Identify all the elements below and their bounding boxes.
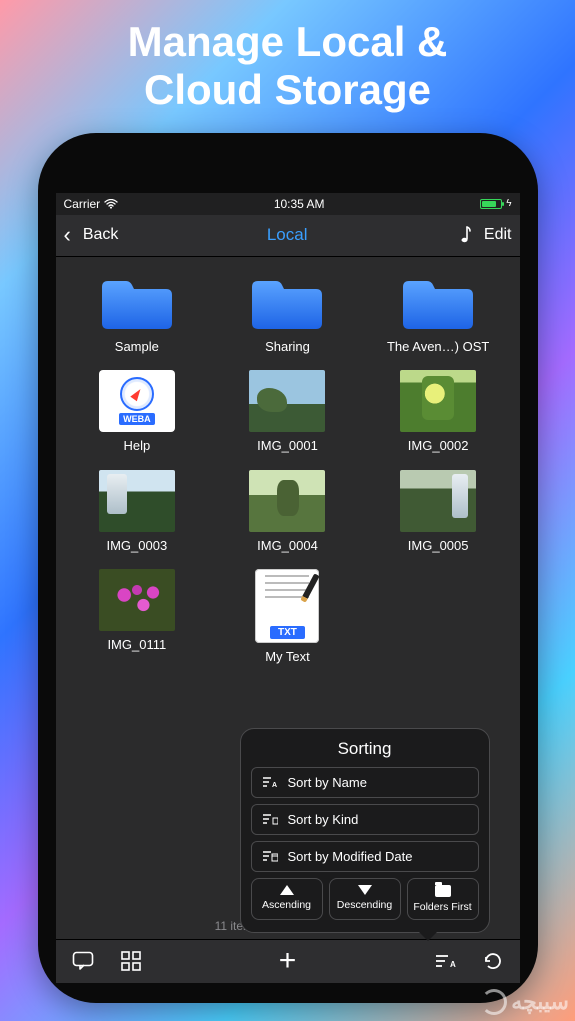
image-thumbnail xyxy=(400,470,476,532)
grid-item[interactable]: TXT My Text xyxy=(217,569,357,665)
image-thumbnail xyxy=(99,569,175,631)
grid-view-icon[interactable] xyxy=(118,948,144,974)
sort-by-kind[interactable]: Sort by Kind xyxy=(251,804,479,835)
clock: 10:35 AM xyxy=(274,197,325,211)
back-label: Back xyxy=(83,226,119,244)
grid-item[interactable]: The Aven…) OST xyxy=(368,273,508,355)
ascending-button[interactable]: Ascending xyxy=(251,878,323,920)
watermark-text: سیبچه xyxy=(511,989,569,1015)
item-label: IMG_0004 xyxy=(257,538,318,554)
ascending-label: Ascending xyxy=(262,899,311,911)
add-button[interactable]: + xyxy=(275,948,301,974)
folders-first-label: Folders First xyxy=(413,901,471,913)
promo-line2: Cloud Storage xyxy=(128,66,448,114)
sorting-popover: Sorting A Sort by Name Sort by Kind Sort… xyxy=(240,728,490,933)
item-label: The Aven…) OST xyxy=(387,339,489,355)
edit-button[interactable]: Edit xyxy=(484,226,512,244)
sort-kind-icon xyxy=(262,813,278,825)
grid-item[interactable]: IMG_0003 xyxy=(67,470,207,554)
image-thumbnail xyxy=(249,470,325,532)
grid-item[interactable]: Sharing xyxy=(217,273,357,355)
item-label: IMG_0001 xyxy=(257,438,318,454)
sort-date-label: Sort by Modified Date xyxy=(288,849,413,864)
sort-kind-label: Sort by Kind xyxy=(288,812,359,827)
wifi-icon xyxy=(104,199,118,209)
screen: Carrier 10:35 AM ϟ ‹ Back Local Edit xyxy=(56,193,520,983)
folder-icon xyxy=(399,273,477,333)
grid-item[interactable]: Sample xyxy=(67,273,207,355)
image-thumbnail xyxy=(249,370,325,432)
sort-by-date[interactable]: Sort by Modified Date xyxy=(251,841,479,872)
item-label: Sample xyxy=(115,339,159,355)
item-label: My Text xyxy=(265,649,310,665)
grid-item[interactable]: IMG_0005 xyxy=(368,470,508,554)
grid-item[interactable]: IMG_0002 xyxy=(368,370,508,454)
sort-icon[interactable]: A xyxy=(432,948,458,974)
refresh-icon[interactable] xyxy=(480,948,506,974)
back-button[interactable]: ‹ Back xyxy=(64,226,119,244)
folder-icon xyxy=(248,273,326,333)
descending-label: Descending xyxy=(337,899,392,911)
grid-item[interactable]: IMG_0111 xyxy=(67,569,207,665)
txt-file-icon: TXT xyxy=(255,569,319,643)
phone-frame: Carrier 10:35 AM ϟ ‹ Back Local Edit xyxy=(38,133,538,1003)
sort-name-label: Sort by Name xyxy=(288,775,367,790)
image-thumbnail xyxy=(400,370,476,432)
grid-item[interactable]: WEBA Help xyxy=(67,370,207,454)
item-label: IMG_0003 xyxy=(106,538,167,554)
triangle-up-icon xyxy=(280,885,294,895)
svg-text:A: A xyxy=(272,782,277,788)
nav-bar: ‹ Back Local Edit xyxy=(56,215,520,257)
promo-title: Manage Local & Cloud Storage xyxy=(128,18,448,115)
music-icon[interactable] xyxy=(456,225,472,245)
triangle-down-icon xyxy=(358,885,372,895)
carrier-label: Carrier xyxy=(64,197,101,211)
descending-button[interactable]: Descending xyxy=(329,878,401,920)
item-label: IMG_0002 xyxy=(408,438,469,454)
folders-first-button[interactable]: Folders First xyxy=(407,878,479,920)
folder-icon xyxy=(98,273,176,333)
grid-item[interactable]: IMG_0001 xyxy=(217,370,357,454)
nav-title[interactable]: Local xyxy=(267,225,308,245)
item-label: IMG_0111 xyxy=(107,637,166,653)
item-label: Sharing xyxy=(265,339,310,355)
sort-by-name[interactable]: A Sort by Name xyxy=(251,767,479,798)
comment-icon[interactable] xyxy=(70,948,96,974)
folder-icon xyxy=(435,885,451,897)
sorting-title: Sorting xyxy=(251,739,479,759)
status-bar: Carrier 10:35 AM ϟ xyxy=(56,193,520,215)
svg-text:A: A xyxy=(450,960,456,969)
bottom-toolbar: + A xyxy=(56,939,520,983)
item-label: IMG_0005 xyxy=(408,538,469,554)
sort-date-icon xyxy=(262,850,278,862)
grid-item[interactable]: IMG_0004 xyxy=(217,470,357,554)
webarchive-icon: WEBA xyxy=(99,370,175,432)
image-thumbnail xyxy=(99,470,175,532)
sort-name-icon: A xyxy=(262,776,278,788)
battery-icon xyxy=(480,199,502,209)
charging-icon: ϟ xyxy=(506,198,511,209)
item-label: Help xyxy=(123,438,150,454)
promo-line1: Manage Local & xyxy=(128,18,448,66)
